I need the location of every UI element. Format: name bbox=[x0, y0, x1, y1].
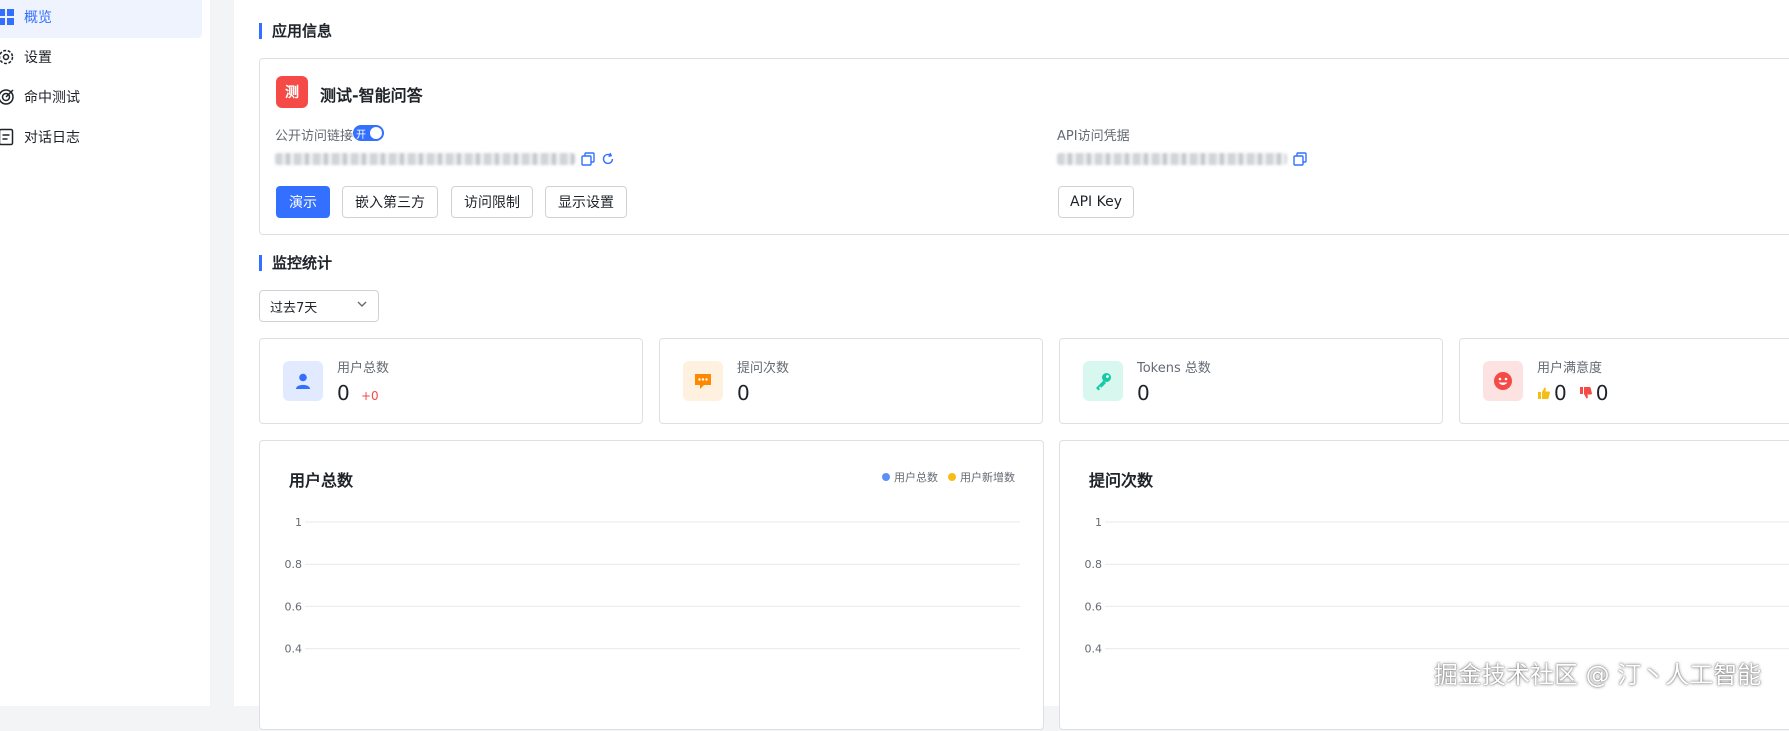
demo-button[interactable]: 演示 bbox=[276, 186, 330, 218]
y-tick-label: 0.8 bbox=[285, 558, 303, 571]
gear-icon bbox=[0, 48, 15, 66]
stat-card-tokens: Tokens 总数 0 bbox=[1059, 338, 1443, 424]
y-tick-label: 0.8 bbox=[1085, 558, 1103, 571]
chart-title: 用户总数 bbox=[289, 471, 354, 490]
section-title-app-info: 应用信息 bbox=[259, 23, 332, 39]
api-credential-label: API访问凭据 bbox=[1057, 129, 1130, 144]
user-icon bbox=[283, 361, 323, 401]
access-limit-button[interactable]: 访问限制 bbox=[451, 186, 533, 218]
like-count: 0 bbox=[1554, 381, 1567, 405]
copy-icon[interactable] bbox=[581, 152, 595, 166]
stat-label: 用户总数 bbox=[337, 361, 390, 376]
stat-delta: +0 bbox=[361, 389, 379, 403]
period-select[interactable]: 过去7天 bbox=[259, 290, 379, 322]
chart-card-users: 1 0.8 0.6 0.4 用户总数 用户总数 用户新增数 bbox=[259, 440, 1044, 730]
sidebar-item-label: 对话日志 bbox=[24, 130, 80, 146]
copy-icon[interactable] bbox=[1293, 152, 1307, 166]
chart-legend: 用户总数 用户新增数 bbox=[882, 469, 1015, 485]
section-title-monitor: 监控统计 bbox=[259, 255, 332, 271]
stat-card-questions: 提问次数 0 bbox=[659, 338, 1043, 424]
app-avatar: 测 bbox=[276, 76, 308, 108]
chevron-down-icon bbox=[356, 298, 368, 314]
embed-third-party-button[interactable]: 嵌入第三方 bbox=[342, 186, 438, 218]
refresh-icon[interactable] bbox=[601, 152, 615, 166]
stat-label: 提问次数 bbox=[737, 361, 790, 376]
sidebar-item-label: 设置 bbox=[24, 50, 52, 66]
chart-title: 提问次数 bbox=[1089, 471, 1154, 490]
stat-value: 0 bbox=[337, 381, 350, 405]
public-link-label: 公开访问链接 bbox=[275, 129, 354, 144]
legend-dot bbox=[948, 473, 956, 481]
legend-dot bbox=[882, 473, 890, 481]
app-name: 测试-智能问答 bbox=[320, 86, 423, 105]
thumbs-up-icon bbox=[1537, 386, 1551, 400]
y-tick-label: 0.6 bbox=[1085, 600, 1103, 613]
key-icon bbox=[1083, 361, 1123, 401]
stat-card-users: 用户总数 0 +0 bbox=[259, 338, 643, 424]
display-settings-button[interactable]: 显示设置 bbox=[545, 186, 627, 218]
sidebar-item-label: 概览 bbox=[24, 10, 52, 26]
legend-label: 用户新增数 bbox=[960, 471, 1015, 484]
stat-card-satisfaction: 用户满意度 0 0 bbox=[1459, 338, 1789, 424]
grid-icon bbox=[0, 8, 15, 26]
smile-icon bbox=[1483, 361, 1523, 401]
api-credential-redacted bbox=[1057, 153, 1287, 165]
y-tick-label: 0.4 bbox=[1085, 643, 1103, 656]
stat-label: Tokens 总数 bbox=[1137, 361, 1211, 376]
sidebar: 概览 设置 命中测试 对话日志 bbox=[0, 0, 210, 706]
stat-label: 用户满意度 bbox=[1537, 361, 1603, 376]
sidebar-item-overview[interactable]: 概览 bbox=[0, 0, 202, 38]
sidebar-item-label: 命中测试 bbox=[24, 90, 80, 106]
y-tick-label: 0.4 bbox=[285, 643, 303, 656]
public-link-url-redacted bbox=[275, 153, 575, 165]
toggle-knob bbox=[370, 127, 382, 139]
stat-value: 0 bbox=[1137, 381, 1150, 405]
sidebar-item-settings[interactable]: 设置 bbox=[0, 36, 202, 78]
sidebar-item-chat-log[interactable]: 对话日志 bbox=[0, 116, 202, 158]
target-icon bbox=[0, 88, 15, 106]
satisfaction-values: 0 0 bbox=[1537, 381, 1608, 405]
thumbs-down-icon bbox=[1579, 386, 1593, 400]
stat-value: 0 bbox=[737, 381, 750, 405]
public-link-toggle[interactable]: 开 bbox=[353, 125, 384, 141]
dislike-count: 0 bbox=[1595, 381, 1609, 405]
y-tick-label: 0.6 bbox=[285, 600, 303, 613]
api-key-button[interactable]: API Key bbox=[1058, 186, 1134, 218]
sidebar-item-hit-test[interactable]: 命中测试 bbox=[0, 76, 202, 118]
main-content: 应用信息 测 测试-智能问答 公开访问链接 开 API访问凭据 演示 嵌入第三方… bbox=[234, 0, 1789, 730]
watermark: 掘金技术社区 @ 汀丶人工智能 bbox=[1434, 661, 1762, 689]
toggle-label: 开 bbox=[356, 129, 366, 141]
legend-label: 用户总数 bbox=[894, 471, 938, 484]
chat-bubble-icon bbox=[683, 361, 723, 401]
document-icon bbox=[0, 128, 15, 146]
y-tick-label: 1 bbox=[295, 516, 302, 529]
y-tick-label: 1 bbox=[1095, 516, 1102, 529]
period-select-value: 过去7天 bbox=[270, 300, 318, 316]
